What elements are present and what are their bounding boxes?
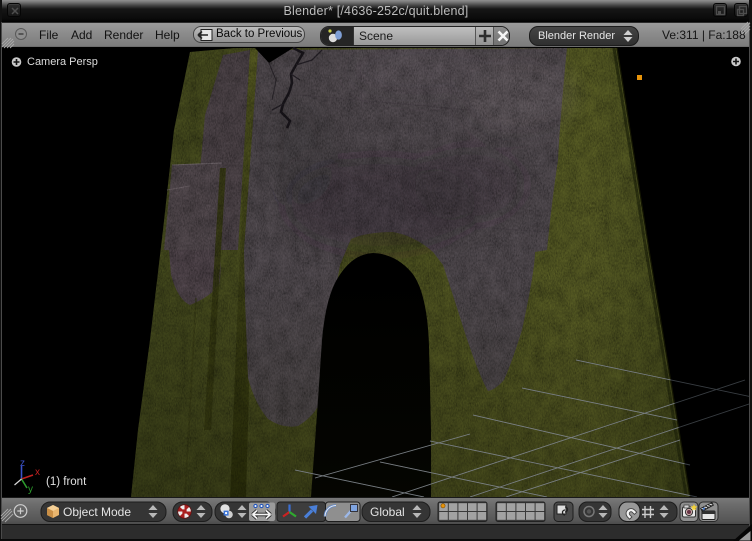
svg-text:Object Mode: Object Mode: [63, 505, 131, 519]
svg-text:y: y: [28, 484, 33, 495]
svg-text:z: z: [20, 458, 25, 469]
svg-text:Global: Global: [370, 505, 405, 519]
svg-text:x: x: [35, 467, 40, 478]
